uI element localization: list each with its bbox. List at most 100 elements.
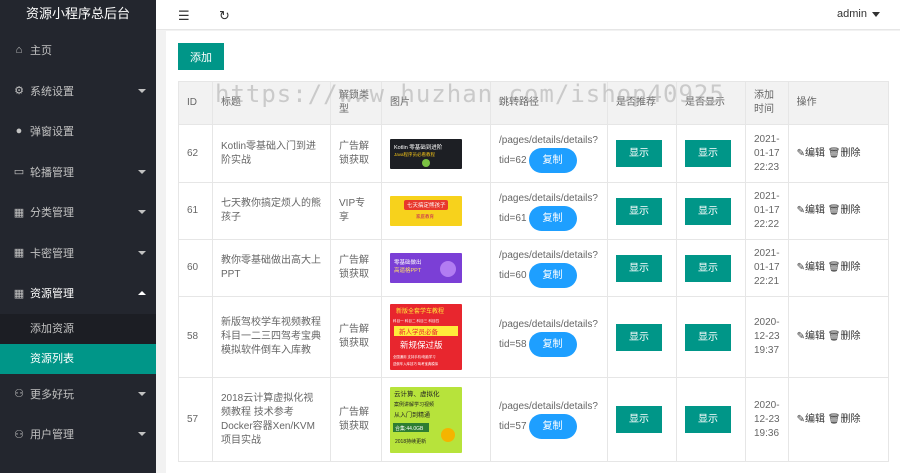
sidebar-item-category[interactable]: ▦ 分类管理 — [0, 192, 156, 233]
table-row: 62 Kotlin零基础入门到进阶实战 广告解锁获取 Kotlin 零基础到进阶… — [178, 124, 889, 183]
sidebar-item-popup-settings[interactable]: ● 弹窗设置 — [0, 111, 156, 152]
thumbnail-text: 新规保过版 — [400, 340, 443, 350]
delete-link[interactable]: 🗑删除 — [828, 414, 861, 425]
cell-id: 58 — [178, 296, 213, 378]
visible-toggle-button[interactable]: 显示 — [685, 406, 731, 433]
sidebar-item-carousel[interactable]: ▭ 轮播管理 — [0, 152, 156, 193]
sidebar-item-system-settings[interactable]: ⚙ 系统设置 — [0, 71, 156, 112]
table-row: 58 新版驾校学车视频教程 科目一二三四驾考宝典模拟软件倒车入库教 广告解锁获取… — [178, 296, 889, 378]
cell-visible: 显示 — [676, 377, 746, 462]
cell-time: 2020-12-23 19:36 — [745, 377, 789, 462]
carousel-icon: ▭ — [13, 166, 25, 179]
visible-toggle-button[interactable]: 显示 — [685, 140, 731, 167]
col-visible: 是否显示 — [676, 81, 746, 125]
grid-icon: ▦ — [13, 287, 25, 300]
col-title: 标题 — [212, 81, 331, 125]
cell-time: 2020-12-23 19:37 — [745, 296, 789, 378]
table-row: 57 2018云计算虚拟化视频教程 技术参考Docker容器Xen/KVM项目实… — [178, 377, 889, 462]
add-button[interactable]: 添加 — [178, 43, 224, 70]
thumbnail-image: 新版全套学车教程 科目一 科目二 科目三 科目四 新人学员必备 新规保过版 全国… — [390, 304, 462, 370]
thumbnail-text: 云计算、虚拟化 — [394, 389, 440, 398]
delete-link[interactable]: 🗑删除 — [828, 331, 861, 342]
circle-icon: ● — [15, 125, 23, 138]
thumbnail-text: 新人学员必备 — [399, 327, 439, 336]
cell-title: 2018云计算虚拟化视频教程 技术参考Docker容器Xen/KVM项目实战 — [212, 377, 331, 462]
thumbnail-image: 云计算、虚拟化 案例讲解学习视频 从入门到精通 合集:44.0GB 2018持续… — [390, 386, 462, 453]
cell-id: 60 — [178, 239, 213, 297]
recommend-toggle-button[interactable]: 显示 — [616, 254, 662, 282]
cell-visible: 显示 — [676, 182, 746, 240]
delete-link[interactable]: 🗑删除 — [828, 148, 861, 159]
sidebar-item-label: 卡密管理 — [30, 247, 74, 260]
sidebar-item-resources[interactable]: ▦ 资源管理 — [0, 273, 156, 314]
grid-icon: ▦ — [13, 206, 25, 219]
col-actions: 操作 — [787, 81, 889, 125]
cell-unlock-type: VIP专享 — [330, 182, 382, 240]
sidebar-item-label: 主页 — [30, 45, 52, 58]
cell-time: 2021-01-17 22:21 — [745, 239, 789, 297]
table-header-row: ID 标题 解锁类型 图片 跳转路径 是否推荐 是否显示 添加时间 操作 — [178, 81, 889, 125]
table-row: 61 七天教你搞定烦人的熊孩子 VIP专享 七天搞定熊孩子 家庭教育 /page… — [178, 182, 889, 240]
cell-recommend: 显示 — [607, 182, 677, 240]
copy-button[interactable]: 复制 — [528, 414, 577, 439]
cell-path: /pages/details/details?tid=61 复制 — [490, 182, 608, 240]
cell-id: 62 — [178, 124, 213, 183]
refresh-icon[interactable]: ↻ — [219, 8, 230, 24]
recommend-toggle-button[interactable]: 显示 — [616, 406, 662, 433]
visible-toggle-button[interactable]: 显示 — [685, 323, 731, 351]
thumbnail-text: 合集:44.0GB — [395, 425, 424, 432]
col-recommend: 是否推荐 — [607, 81, 677, 125]
resources-submenu: 添加资源 资源列表 — [0, 313, 156, 374]
edit-link[interactable]: ✎编辑 — [797, 205, 825, 216]
cell-actions: ✎编辑 🗑删除 — [787, 239, 889, 297]
cell-path: /pages/details/details?tid=62 复制 — [490, 124, 608, 183]
cell-path: /pages/details/details?tid=60 复制 — [490, 239, 608, 297]
col-time: 添加时间 — [745, 81, 789, 125]
sidebar-subitem-add-resource[interactable]: 添加资源 — [0, 314, 156, 344]
copy-button[interactable]: 复制 — [528, 262, 577, 288]
col-image: 图片 — [381, 81, 491, 125]
cell-visible: 显示 — [676, 124, 746, 183]
thumbnail-text: 科目一 科目二 科目三 科目四 — [393, 318, 440, 323]
sidebar-item-label: 轮播管理 — [30, 166, 74, 179]
cell-image: 新版全套学车教程 科目一 科目二 科目三 科目四 新人学员必备 新规保过版 全国… — [381, 296, 491, 378]
sidebar-item-home[interactable]: ⌂ 主页 — [0, 30, 156, 71]
grid-icon: ▦ — [13, 247, 25, 260]
thumbnail-text: 送倒车入库技巧 驾考宝典模拟 — [393, 361, 439, 366]
copy-button[interactable]: 复制 — [528, 148, 577, 173]
copy-button[interactable]: 复制 — [528, 205, 577, 231]
edit-link[interactable]: ✎编辑 — [797, 262, 825, 273]
thumbnail-image: Kotlin 零基础到进阶 Java程序员必看教程 — [390, 138, 462, 169]
cell-title: 教你零基础做出高大上PPT — [212, 239, 331, 297]
thumbnail-text: Kotlin 零基础到进阶 — [394, 143, 443, 151]
recommend-toggle-button[interactable]: 显示 — [616, 323, 662, 351]
edit-link[interactable]: ✎编辑 — [797, 414, 825, 425]
recommend-toggle-button[interactable]: 显示 — [616, 197, 662, 225]
cell-visible: 显示 — [676, 239, 746, 297]
delete-link[interactable]: 🗑删除 — [828, 205, 861, 216]
delete-link[interactable]: 🗑删除 — [828, 262, 861, 273]
col-unlock-type: 解锁类型 — [330, 81, 382, 125]
sidebar-item-users[interactable]: ⚇ 用户管理 — [0, 414, 156, 455]
user-icon: ⚇ — [14, 388, 24, 401]
chevron-down-icon — [138, 432, 146, 437]
sidebar-subitem-resource-list[interactable]: 资源列表 — [0, 343, 156, 374]
cell-image: 七天搞定熊孩子 家庭教育 — [381, 182, 491, 240]
edit-link[interactable]: ✎编辑 — [797, 331, 825, 342]
copy-button[interactable]: 复制 — [528, 331, 577, 357]
recommend-toggle-button[interactable]: 显示 — [616, 140, 662, 167]
cell-actions: ✎编辑 🗑删除 — [787, 182, 889, 240]
visible-toggle-button[interactable]: 显示 — [685, 254, 731, 282]
thumbnail-text: 从入门到精通 — [394, 411, 430, 419]
caret-down-icon — [872, 11, 880, 17]
sidebar-item-label: 弹窗设置 — [30, 126, 74, 139]
cell-image: 云计算、虚拟化 案例讲解学习视频 从入门到精通 合集:44.0GB 2018持续… — [381, 377, 491, 462]
user-menu[interactable]: admin — [837, 8, 880, 20]
edit-link[interactable]: ✎编辑 — [797, 148, 825, 159]
content-card: 添加 ID 标题 解锁类型 图片 跳转路径 是否推荐 是否显示 添加时间 操作 — [166, 31, 900, 473]
cell-id: 57 — [178, 377, 213, 462]
sidebar-item-more-fun[interactable]: ⚇ 更多好玩 — [0, 374, 156, 415]
menu-fold-icon[interactable]: ☰ — [178, 8, 190, 24]
visible-toggle-button[interactable]: 显示 — [685, 197, 731, 225]
sidebar-item-card-keys[interactable]: ▦ 卡密管理 — [0, 233, 156, 274]
